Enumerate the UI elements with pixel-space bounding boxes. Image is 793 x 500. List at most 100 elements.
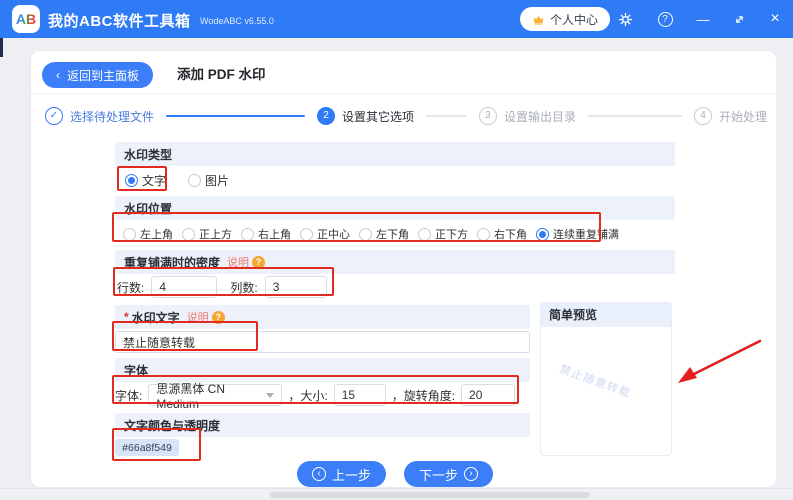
close-button[interactable]: × — [762, 0, 788, 38]
font-size-label: ，大小: — [288, 388, 328, 403]
page-title: 添加 PDF 水印 — [177, 67, 266, 82]
radio-bottom-left[interactable]: 左下角 — [359, 226, 409, 242]
left-edge-accent — [0, 38, 3, 57]
density-inputs-row: 行数: 列数: — [115, 276, 327, 298]
title-bar: AB 我的ABC软件工具箱 WodeABC v6.55.0 个人中心 ? — × — [0, 0, 793, 38]
text-help-link[interactable]: 说明 — [187, 309, 209, 325]
radio-button[interactable] — [241, 227, 254, 241]
next-step-button[interactable]: 下一步 › — [404, 461, 494, 487]
font-family-value: 思源黑体 CN Medium — [156, 381, 226, 411]
settings-button[interactable] — [612, 0, 638, 38]
prev-arrow-icon: ‹ — [311, 467, 326, 481]
question-icon[interactable]: ? — [211, 310, 225, 324]
radio-button[interactable] — [359, 227, 372, 241]
font-row: 字体: 思源黑体 CN Medium ，大小: ，旋转角度: — [115, 382, 516, 411]
app-version: WodeABC v6.55.0 — [200, 16, 274, 26]
next-step-label: 下一步 — [419, 467, 459, 483]
back-chevron-icon: ‹ — [56, 68, 60, 82]
section-header-font: 字体 — [115, 358, 530, 382]
close-icon: × — [770, 10, 780, 27]
previous-step-button[interactable]: ‹ 上一步 — [296, 461, 386, 487]
step-label: 选择待处理文件 — [70, 109, 155, 124]
minimize-button[interactable]: — — [690, 0, 716, 38]
step-number: 3 — [478, 107, 497, 125]
rows-label: 行数: — [117, 280, 145, 295]
app-logo: AB — [12, 5, 40, 33]
section-header-watermark-type: 水印类型 — [115, 142, 675, 166]
radio-repeat-fill[interactable]: 连续重复铺满 — [536, 226, 619, 242]
watermark-text-input[interactable] — [115, 331, 530, 353]
maximize-button[interactable] — [726, 0, 752, 38]
step-number: 2 — [317, 107, 336, 125]
section-header-watermark-text: * 水印文字 说明 ? — [115, 305, 530, 329]
next-arrow-icon: › — [464, 467, 479, 481]
step-label: 设置输出目录 — [503, 109, 576, 124]
step-set-options: 2 设置其它选项 — [317, 107, 414, 125]
preview-watermark-text: 禁止随意转载 — [557, 363, 633, 401]
step-connector — [587, 115, 682, 117]
cols-input[interactable] — [264, 276, 327, 298]
step-output-dir: 3 设置输出目录 — [478, 107, 576, 125]
rows-input[interactable] — [151, 276, 218, 298]
radio-button[interactable] — [123, 227, 136, 241]
app-logo-text: AB — [15, 11, 37, 27]
radio-text[interactable]: 文字 — [125, 172, 166, 189]
radio-bottom-center[interactable]: 正下方 — [418, 226, 468, 242]
chevron-down-icon — [266, 392, 275, 398]
radio-center[interactable]: 正中心 — [300, 226, 350, 242]
step-connector — [166, 115, 306, 117]
question-icon[interactable]: ? — [252, 255, 266, 269]
rotation-input[interactable] — [461, 384, 516, 406]
radio-button[interactable] — [477, 227, 490, 241]
red-arrow-annotation — [678, 339, 762, 383]
app-window: AB 我的ABC软件工具箱 WodeABC v6.55.0 个人中心 ? — × — [0, 0, 793, 500]
section-header-repeat-density: 重复铺满时的密度 说明 ? — [115, 250, 675, 274]
radio-button[interactable] — [188, 173, 202, 187]
wizard-footer: ‹ 上一步 下一步 › — [115, 461, 675, 487]
radio-top-right[interactable]: 右上角 — [241, 226, 291, 242]
radio-image[interactable]: 图片 — [188, 172, 229, 189]
previous-step-label: 上一步 — [331, 467, 371, 483]
radio-top-left[interactable]: 左上角 — [123, 226, 173, 242]
app-title: 我的ABC软件工具箱 — [48, 13, 191, 30]
radio-button[interactable] — [300, 227, 313, 241]
radio-bottom-right[interactable]: 右下角 — [477, 226, 527, 242]
watermark-position-options: 左上角 正上方 右上角 正中心 左下角 正下方 右下角 连续重复铺满 — [115, 222, 619, 246]
help-icon: ? — [657, 11, 673, 27]
divider — [31, 93, 776, 94]
step-label: 设置其它选项 — [342, 109, 415, 124]
preview-header: 简单预览 — [541, 303, 671, 327]
radio-button[interactable] — [182, 227, 195, 241]
check-icon: ✓ — [45, 107, 63, 125]
user-center-button[interactable]: 个人中心 — [520, 7, 611, 31]
step-start-process: 4 开始处理 — [693, 107, 767, 125]
step-connector — [426, 115, 467, 117]
maximize-icon — [735, 15, 743, 23]
radio-button-selected[interactable] — [125, 173, 138, 187]
rotation-label: ，旋转角度: — [391, 388, 456, 403]
back-button-label: 返回到主面板 — [67, 68, 140, 83]
color-value-badge[interactable]: #66a8f549 — [115, 439, 179, 456]
radio-button-selected[interactable] — [536, 227, 549, 241]
cols-label: 列数: — [230, 280, 258, 295]
font-family-select[interactable]: 思源黑体 CN Medium — [148, 382, 283, 411]
help-button[interactable]: ? — [652, 0, 678, 38]
back-to-dashboard-button[interactable]: ‹ 返回到主面板 — [42, 62, 154, 88]
step-label: 开始处理 — [718, 109, 767, 124]
watermark-text-row — [115, 331, 530, 353]
font-size-input[interactable] — [333, 384, 386, 406]
required-mark: * — [124, 310, 129, 324]
font-family-label: 字体: — [115, 388, 143, 403]
crown-icon — [533, 15, 544, 25]
step-number: 4 — [693, 107, 712, 125]
horizontal-scrollbar[interactable] — [270, 492, 590, 498]
radio-button[interactable] — [418, 227, 431, 241]
density-help-link[interactable]: 说明 — [227, 254, 249, 270]
watermark-type-options: 文字 图片 — [115, 168, 229, 192]
section-header-text-color: 文字颜色与透明度 — [115, 413, 530, 437]
step-select-files: ✓ 选择待处理文件 — [45, 107, 154, 125]
preview-panel: 简单预览 禁止随意转载 — [540, 302, 672, 456]
section-header-watermark-position: 水印位置 — [115, 196, 675, 220]
radio-top-center[interactable]: 正上方 — [182, 226, 232, 242]
wizard-stepper: ✓ 选择待处理文件 2 设置其它选项 3 设置输出目录 4 开始处理 — [45, 103, 767, 129]
